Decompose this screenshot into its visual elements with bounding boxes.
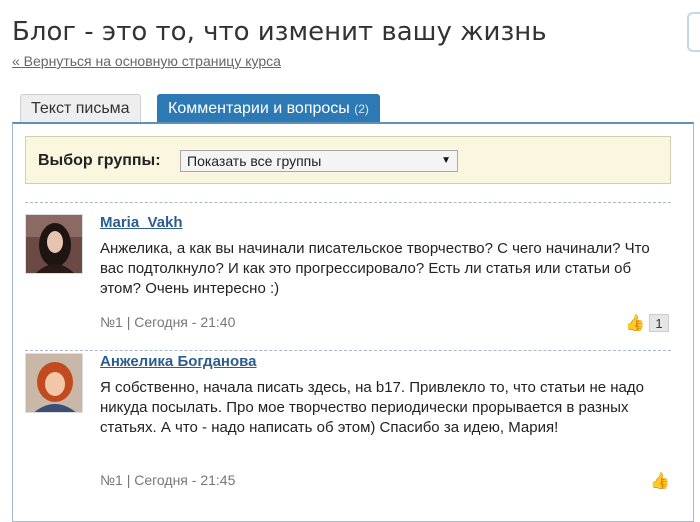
page-title: Блог - это то, что изменит вашу жизнь	[12, 17, 547, 47]
tab-count: (2)	[354, 102, 369, 116]
thumbs-up-icon[interactable]: 👍	[625, 313, 645, 333]
user-photo-icon	[26, 354, 82, 412]
tab-label: Комментарии и вопросы	[168, 100, 350, 117]
comment-meta: №1 | Сегодня - 21:40	[100, 314, 236, 330]
thumbs-up-icon[interactable]: 👍	[650, 471, 670, 491]
comment-author-link[interactable]: Анжелика Богданова	[100, 353, 257, 370]
comments-panel: Выбор группы: Показать все группы ▼ Mari…	[12, 122, 694, 522]
group-filter: Выбор группы: Показать все группы ▼	[25, 136, 671, 184]
comment-item: Maria_Vakh Анжелика, а как вы начинали п…	[25, 214, 671, 334]
like-count: 1	[649, 314, 669, 332]
avatar[interactable]	[25, 214, 83, 274]
comment-text: Я собственно, начала писать здесь, на b1…	[100, 379, 644, 436]
user-photo-icon	[26, 215, 82, 273]
comment-meta: №1 | Сегодня - 21:45	[100, 472, 236, 488]
comment-author-link[interactable]: Maria_Vakh	[100, 214, 183, 231]
comment-item: Анжелика Богданова Я собственно, начала …	[25, 353, 671, 493]
tab-label: Текст письма	[31, 100, 130, 117]
avatar[interactable]	[25, 353, 83, 413]
tab-comments[interactable]: Комментарии и вопросы (2)	[157, 94, 380, 122]
dropdown-arrow-icon: ▼	[441, 155, 451, 166]
corner-widget[interactable]	[687, 12, 700, 52]
group-select[interactable]: Показать все группы ▼	[180, 150, 458, 172]
divider	[25, 202, 671, 203]
group-filter-label: Выбор группы:	[38, 152, 161, 169]
comment-text: Анжелика, а как вы начинали писательское…	[100, 240, 650, 297]
back-to-course-link[interactable]: « Вернуться на основную страницу курса	[12, 53, 281, 69]
divider	[25, 350, 671, 351]
tab-letter-text[interactable]: Текст письма	[20, 94, 141, 122]
group-select-value: Показать все группы	[187, 153, 322, 169]
